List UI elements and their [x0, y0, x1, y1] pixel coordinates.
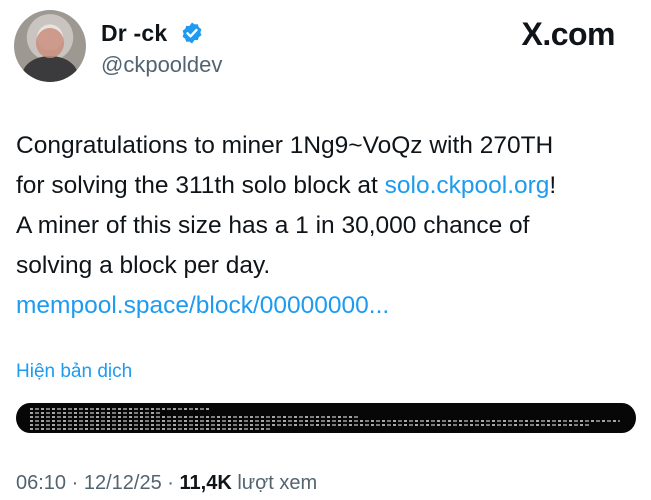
meta-separator: ·: [71, 472, 79, 494]
avatar[interactable]: [14, 10, 86, 82]
display-name[interactable]: Dr -ck: [101, 20, 167, 47]
terminal-line: [30, 412, 160, 414]
tweet-line-1: Congratulations to miner 1Ng9~VoQz with …: [16, 132, 554, 159]
mempool-link[interactable]: mempool.space/block/00000000...: [16, 292, 389, 319]
username-handle[interactable]: @ckpooldev: [101, 52, 222, 78]
tweet-line-2-prefix: for solving the 311th solo block at: [16, 172, 385, 199]
meta-separator: ·: [167, 472, 174, 494]
tweet-line-3: A miner of this size has a 1 in 30,000 c…: [16, 212, 530, 239]
tweet-date[interactable]: 12/12/25: [84, 472, 162, 494]
tweet-meta: 06:10 · 12/12/25 · 11,4K lượt xem: [16, 472, 317, 495]
terminal-line: [30, 416, 360, 418]
tweet-line-2: for solving the 311th solo block at solo…: [16, 166, 636, 206]
terminal-screenshot-image[interactable]: [16, 403, 636, 433]
terminal-line: [30, 408, 210, 410]
view-count-label: lượt xem: [237, 472, 318, 494]
tweet-line-2-suffix: !: [549, 172, 557, 199]
tweet-time[interactable]: 06:10: [16, 472, 66, 494]
avatar-face: [36, 28, 64, 58]
tweet-text: Congratulations to miner 1Ng9~VoQz with …: [16, 126, 636, 326]
avatar-body: [22, 56, 78, 82]
terminal-line: [30, 428, 270, 430]
show-translation-link[interactable]: Hiện bản dịch: [16, 361, 132, 383]
tweet-line-5: mempool.space/block/00000000...: [16, 286, 636, 326]
terminal-line: [30, 420, 620, 422]
tweet-line-4: solving a block per day.: [16, 252, 271, 279]
solo-ckpool-link[interactable]: solo.ckpool.org: [385, 172, 550, 199]
brand-logo: X.com: [521, 16, 615, 52]
terminal-line: [30, 424, 590, 426]
view-count: 11,4K: [179, 472, 232, 494]
verified-badge-icon: [182, 22, 202, 44]
